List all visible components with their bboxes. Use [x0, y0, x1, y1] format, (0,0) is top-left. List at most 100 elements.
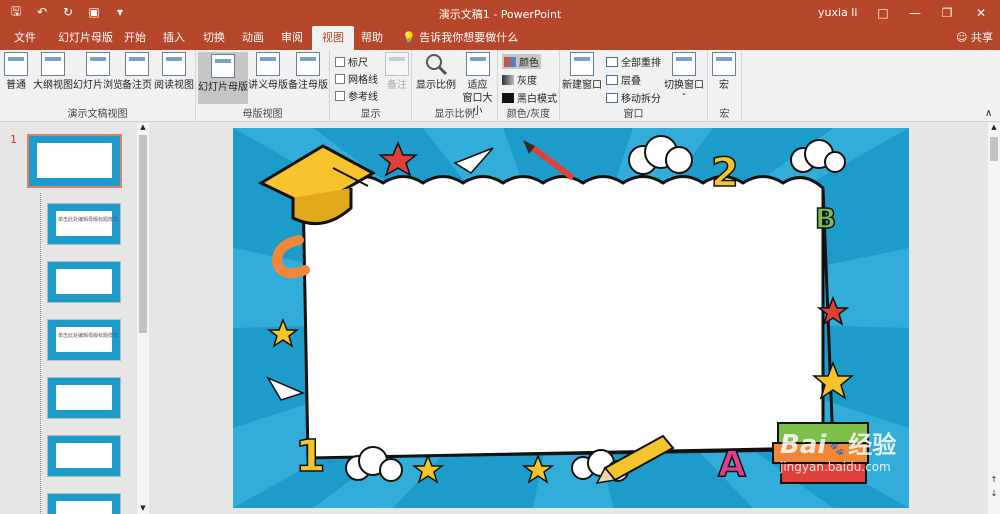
thumbnail-body	[56, 211, 112, 236]
minimize-icon[interactable]: —	[898, 0, 932, 26]
tab-animations[interactable]: 动画	[236, 26, 270, 50]
notes-label: 备注	[387, 80, 407, 91]
grayscale-button[interactable]: 灰度	[502, 72, 537, 87]
outline-label: 大纲视图	[33, 80, 73, 91]
group-label-show: 显示	[360, 109, 381, 120]
group-label-color: 颜色/灰度	[506, 109, 551, 120]
tell-me-box[interactable]: 💡 告诉我你想要做什么	[396, 26, 524, 50]
reading-view-button[interactable]: 阅读视图	[154, 52, 194, 92]
normal-view-button[interactable]: 普通	[4, 52, 28, 92]
arrange-all-icon	[606, 56, 618, 67]
tab-file[interactable]: 文件	[8, 26, 42, 50]
scroll-thumb[interactable]	[990, 137, 998, 161]
restore-icon[interactable]: ❐	[930, 0, 964, 26]
share-label: 共享	[970, 31, 993, 44]
gridlines-checkbox[interactable]: 网格线	[335, 71, 378, 86]
switch-windows-icon	[672, 52, 696, 76]
group-label-window: 窗口	[623, 109, 644, 120]
arrange-all-label: 全部重排	[621, 58, 661, 69]
layout-thumbnail[interactable]	[47, 493, 121, 514]
panel-scrollbar[interactable]: ▲ ▼	[137, 123, 149, 514]
tab-transitions[interactable]: 切换	[197, 26, 231, 50]
doodle-number-1: 1	[295, 431, 326, 482]
gridlines-check-icon	[335, 73, 345, 84]
previous-slide-icon[interactable]: ↑	[988, 475, 1000, 487]
cascade-button[interactable]: 层叠	[606, 72, 641, 87]
bw-button[interactable]: 黑白模式	[502, 90, 557, 105]
reading-view-icon	[162, 52, 186, 76]
color-button[interactable]: 颜色	[502, 54, 541, 69]
notes-page-button[interactable]: 备注页	[122, 52, 152, 92]
layout-thumbnail[interactable]	[47, 261, 121, 303]
reading-label: 阅读视图	[154, 80, 194, 91]
slide-area-scrollbar[interactable]: ▲ ↑ ↓	[988, 123, 1000, 514]
handout-master-button[interactable]: 讲义母版	[248, 52, 288, 92]
watermark-url: jingyan.baidu.com	[780, 460, 891, 474]
slide-number: 1	[10, 133, 17, 146]
notes-icon	[385, 52, 409, 76]
user-name[interactable]: yuxia li	[818, 6, 857, 19]
move-split-button[interactable]: 移动拆分	[606, 90, 661, 105]
sorter-label: 幻灯片浏览	[73, 80, 123, 91]
bw-label: 黑白模式	[517, 94, 557, 105]
macros-label: 宏	[719, 80, 729, 91]
group-label-macros: 宏	[719, 109, 730, 120]
switch-windows-button[interactable]: 切换窗口 ˇ	[664, 52, 704, 105]
tab-review[interactable]: 审阅	[275, 26, 309, 50]
thumbnail-body	[56, 385, 112, 410]
tab-slide-master[interactable]: 幻灯片母版	[52, 26, 119, 50]
layout-thumbnail[interactable]: 单击此处编辑母版标题样式	[47, 203, 121, 245]
new-window-button[interactable]: 新建窗口	[562, 52, 602, 92]
ruler-checkbox[interactable]: 标尺	[335, 54, 368, 69]
zoom-button[interactable]: 显示比例	[416, 52, 456, 92]
color-swatch-icon	[504, 56, 516, 67]
arrange-all-button[interactable]: 全部重排	[606, 54, 661, 69]
notes-master-icon	[296, 52, 320, 76]
macros-button[interactable]: 宏	[712, 52, 736, 92]
close-icon[interactable]: ✕	[964, 0, 998, 26]
master-thumbnail[interactable]	[27, 134, 122, 188]
thumbnail-body	[56, 327, 112, 352]
collapse-ribbon-icon[interactable]: ∧	[985, 108, 992, 119]
tab-insert[interactable]: 插入	[157, 26, 191, 50]
baidu-watermark: Bai 🐾 经验 jingyan.baidu.com	[780, 425, 980, 495]
layout-thumbnail[interactable]	[47, 435, 121, 477]
normal-view-icon	[4, 52, 28, 76]
doodle-number-2: 2	[711, 150, 739, 196]
scroll-up-icon[interactable]: ▲	[988, 123, 1000, 133]
ruler-check-icon	[335, 56, 345, 67]
scroll-down-icon[interactable]: ▼	[137, 504, 149, 514]
scroll-up-icon[interactable]: ▲	[137, 123, 149, 133]
outline-view-button[interactable]: 大纲视图	[33, 52, 73, 92]
group-label-presentation-views: 演示文稿视图	[67, 109, 128, 120]
tab-home[interactable]: 开始	[118, 26, 152, 50]
notes-master-button[interactable]: 备注母版	[288, 52, 328, 92]
next-slide-icon[interactable]: ↓	[988, 489, 1000, 501]
layout-thumbnail[interactable]	[47, 377, 121, 419]
layout-connector	[40, 193, 41, 514]
magnifier-icon	[426, 54, 448, 76]
notes-button[interactable]: 备注	[385, 52, 409, 92]
slide-master-button[interactable]: 幻灯片母版	[198, 52, 248, 104]
scroll-thumb[interactable]	[139, 135, 147, 333]
tab-view[interactable]: 视图	[312, 26, 354, 50]
notes-page-icon	[125, 52, 149, 76]
group-presentation-views: 普通 大纲视图 幻灯片浏览 备注页 阅读视图 演示文稿视图	[0, 50, 196, 122]
person-icon: ☺	[956, 31, 968, 44]
tell-me-label: 告诉我你想要做什么	[419, 31, 519, 44]
watermark-cn: 经验	[848, 431, 897, 459]
thumbnail-text: 单击此处编辑母版标题样式	[58, 217, 119, 223]
layout-thumbnail[interactable]: 单击此处编辑母版标题样式	[47, 319, 121, 361]
macros-icon	[712, 52, 736, 76]
slide-sorter-button[interactable]: 幻灯片浏览	[73, 52, 123, 92]
tab-help[interactable]: 帮助	[355, 26, 389, 50]
guides-label: 参考线	[348, 92, 378, 103]
ribbon-display-options-icon[interactable]: □	[866, 0, 900, 26]
guides-checkbox[interactable]: 参考线	[335, 88, 378, 103]
cascade-icon	[606, 74, 618, 85]
share-button[interactable]: ☺ 共享	[950, 26, 999, 50]
group-zoom: 显示比例 适应 窗口大小 显示比例	[412, 50, 498, 122]
grayscale-label: 灰度	[517, 76, 537, 87]
paw-icon: 🐾	[829, 442, 845, 456]
group-color: 颜色 灰度 黑白模式 颜色/灰度	[498, 50, 560, 122]
